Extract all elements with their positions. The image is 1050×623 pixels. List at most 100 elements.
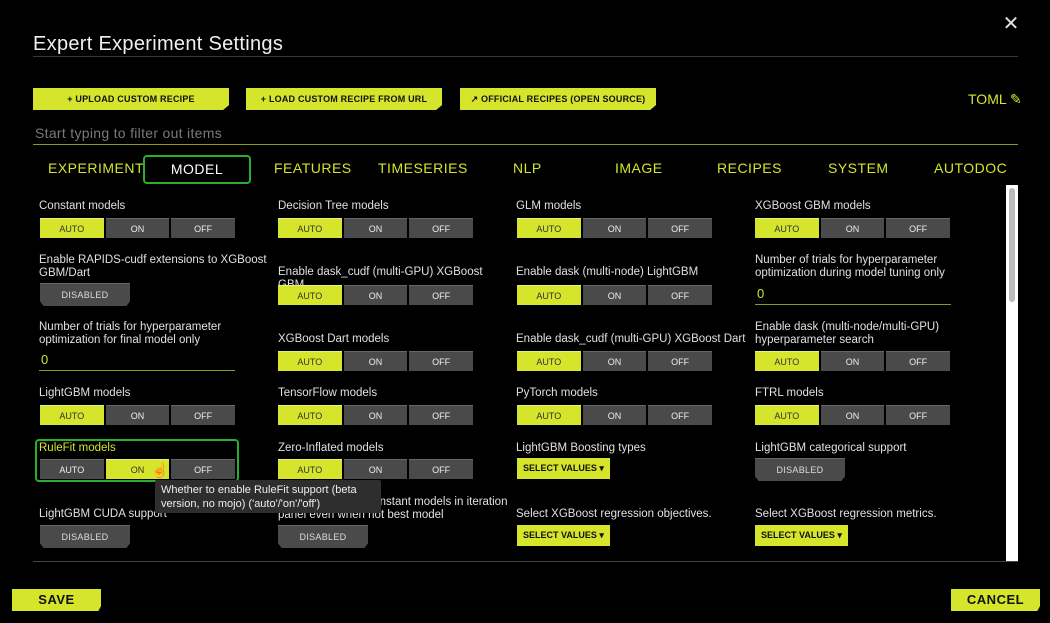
off-option[interactable]: OFF bbox=[409, 351, 474, 371]
lightgbm-boosting-select[interactable]: SELECT VALUES ▾ bbox=[517, 458, 610, 479]
tab-experiment[interactable]: EXPERIMENT bbox=[48, 160, 144, 176]
lightgbm-toggle: AUTO ON OFF bbox=[40, 405, 236, 425]
off-option[interactable]: OFF bbox=[648, 405, 713, 425]
auto-option[interactable]: AUTO bbox=[755, 405, 819, 425]
on-option[interactable]: ON bbox=[820, 405, 885, 425]
setting-label: GLM models bbox=[516, 200, 582, 212]
off-option[interactable]: OFF bbox=[886, 405, 951, 425]
upload-custom-recipe-button[interactable]: + UPLOAD CUSTOM RECIPE bbox=[33, 88, 229, 110]
off-option[interactable]: OFF bbox=[171, 459, 236, 479]
off-option[interactable]: OFF bbox=[648, 218, 713, 238]
on-option[interactable]: ON bbox=[582, 285, 647, 305]
dask-hyper-search-toggle: AUTO ON OFF bbox=[755, 351, 951, 371]
setting-label: PyTorch models bbox=[516, 387, 598, 399]
on-option[interactable]: ON bbox=[343, 405, 408, 425]
panel-divider bbox=[33, 561, 1018, 562]
tab-features[interactable]: FEATURES bbox=[274, 160, 352, 176]
lightgbm-categorical-disabled-button[interactable]: DISABLED bbox=[755, 458, 845, 481]
auto-option[interactable]: AUTO bbox=[40, 218, 104, 238]
trials-tuning-input[interactable]: 0 bbox=[755, 283, 951, 305]
tab-system[interactable]: SYSTEM bbox=[828, 160, 889, 176]
setting-label: LightGBM categorical support bbox=[755, 442, 907, 454]
pytorch-toggle: AUTO ON OFF bbox=[517, 405, 713, 425]
on-option[interactable]: ON bbox=[820, 218, 885, 238]
on-option[interactable]: ON bbox=[105, 218, 170, 238]
tensorflow-toggle: AUTO ON OFF bbox=[278, 405, 474, 425]
auto-option[interactable]: AUTO bbox=[40, 459, 104, 479]
filter-input[interactable]: Start typing to filter out items bbox=[35, 125, 222, 141]
constant-models-toggle: AUTO ON OFF bbox=[40, 218, 236, 238]
off-option[interactable]: OFF bbox=[171, 405, 236, 425]
on-option[interactable]: ON bbox=[343, 351, 408, 371]
on-option[interactable]: ON bbox=[343, 285, 408, 305]
tab-model[interactable]: MODEL bbox=[143, 155, 251, 184]
off-option[interactable]: OFF bbox=[409, 285, 474, 305]
setting-label: Enable dask (multi-node) LightGBM bbox=[516, 266, 699, 278]
cancel-button[interactable]: CANCEL bbox=[951, 589, 1040, 611]
off-option[interactable]: OFF bbox=[886, 351, 951, 371]
toml-edit-button[interactable]: TOML ✎ bbox=[968, 91, 1022, 108]
setting-label: Select XGBoost regression objectives. bbox=[516, 508, 712, 520]
constant-iteration-disabled-button[interactable]: DISABLED bbox=[278, 525, 368, 548]
tab-autodoc[interactable]: AUTODOC bbox=[934, 160, 1007, 176]
on-option[interactable]: ON bbox=[582, 405, 647, 425]
setting-label: Enable RAPIDS-cudf extensions to XGBoost… bbox=[39, 254, 267, 279]
off-option[interactable]: OFF bbox=[886, 218, 951, 238]
tab-nlp[interactable]: NLP bbox=[513, 160, 542, 176]
off-option[interactable]: OFF bbox=[409, 218, 474, 238]
close-icon[interactable]: ✕ bbox=[1002, 14, 1020, 34]
off-option[interactable]: OFF bbox=[409, 405, 474, 425]
auto-option[interactable]: AUTO bbox=[517, 285, 581, 305]
on-option[interactable]: ON bbox=[105, 405, 170, 425]
setting-label: Enable dask_cudf (multi-GPU) XGBoost Dar… bbox=[516, 333, 746, 345]
tab-image[interactable]: IMAGE bbox=[615, 160, 663, 176]
setting-label: Enable dask (multi-node/multi-GPU) hyper… bbox=[755, 321, 940, 346]
auto-option[interactable]: AUTO bbox=[278, 459, 342, 479]
on-option[interactable]: ON bbox=[343, 459, 408, 479]
tab-timeseries[interactable]: TIMESERIES bbox=[378, 160, 468, 176]
on-option[interactable]: ON bbox=[582, 351, 647, 371]
scrollbar-thumb[interactable] bbox=[1009, 188, 1015, 302]
dask-cudf-xgb-gbm-toggle: AUTO ON OFF bbox=[278, 285, 474, 305]
xgb-objectives-select[interactable]: SELECT VALUES ▾ bbox=[517, 525, 610, 546]
setting-label: Decision Tree models bbox=[278, 200, 389, 212]
auto-option[interactable]: AUTO bbox=[517, 405, 581, 425]
auto-option[interactable]: AUTO bbox=[278, 285, 342, 305]
on-option[interactable]: ON bbox=[820, 351, 885, 371]
off-option[interactable]: OFF bbox=[171, 218, 236, 238]
trials-final-input[interactable]: 0 bbox=[39, 349, 235, 371]
lightgbm-cuda-disabled-button[interactable]: DISABLED bbox=[40, 525, 130, 548]
rulefit-toggle: AUTO ON OFF bbox=[40, 459, 236, 479]
glm-toggle: AUTO ON OFF bbox=[517, 218, 713, 238]
official-recipes-button[interactable]: ↗ OFFICIAL RECIPES (OPEN SOURCE) bbox=[460, 88, 656, 110]
on-option[interactable]: ON bbox=[343, 218, 408, 238]
setting-label: Zero-Inflated models bbox=[278, 442, 384, 454]
tab-recipes[interactable]: RECIPES bbox=[717, 160, 782, 176]
hand-cursor-icon: ☝ bbox=[151, 462, 169, 478]
filter-underline bbox=[33, 144, 1018, 145]
off-option[interactable]: OFF bbox=[409, 459, 474, 479]
off-option[interactable]: OFF bbox=[648, 351, 713, 371]
auto-option[interactable]: AUTO bbox=[517, 218, 581, 238]
load-recipe-url-button[interactable]: + LOAD CUSTOM RECIPE FROM URL bbox=[246, 88, 442, 110]
auto-option[interactable]: AUTO bbox=[278, 218, 342, 238]
setting-label: Select XGBoost regression metrics. bbox=[755, 508, 937, 520]
save-button[interactable]: SAVE bbox=[12, 589, 101, 611]
rulefit-tooltip: Whether to enable RuleFit support (beta … bbox=[155, 480, 381, 513]
setting-label: Constant models bbox=[39, 200, 126, 212]
rapids-cudf-disabled-button[interactable]: DISABLED bbox=[40, 283, 130, 306]
auto-option[interactable]: AUTO bbox=[278, 405, 342, 425]
auto-option[interactable]: AUTO bbox=[278, 351, 342, 371]
dask-lightgbm-toggle: AUTO ON OFF bbox=[517, 285, 713, 305]
auto-option[interactable]: AUTO bbox=[755, 351, 819, 371]
ftrl-toggle: AUTO ON OFF bbox=[755, 405, 951, 425]
setting-label: LightGBM Boosting types bbox=[516, 442, 646, 454]
on-option[interactable]: ON bbox=[582, 218, 647, 238]
auto-option[interactable]: AUTO bbox=[755, 218, 819, 238]
xgb-metrics-select[interactable]: SELECT VALUES ▾ bbox=[755, 525, 848, 546]
auto-option[interactable]: AUTO bbox=[40, 405, 104, 425]
auto-option[interactable]: AUTO bbox=[517, 351, 581, 371]
off-option[interactable]: OFF bbox=[648, 285, 713, 305]
decision-tree-toggle: AUTO ON OFF bbox=[278, 218, 474, 238]
setting-label: XGBoost Dart models bbox=[278, 333, 390, 345]
